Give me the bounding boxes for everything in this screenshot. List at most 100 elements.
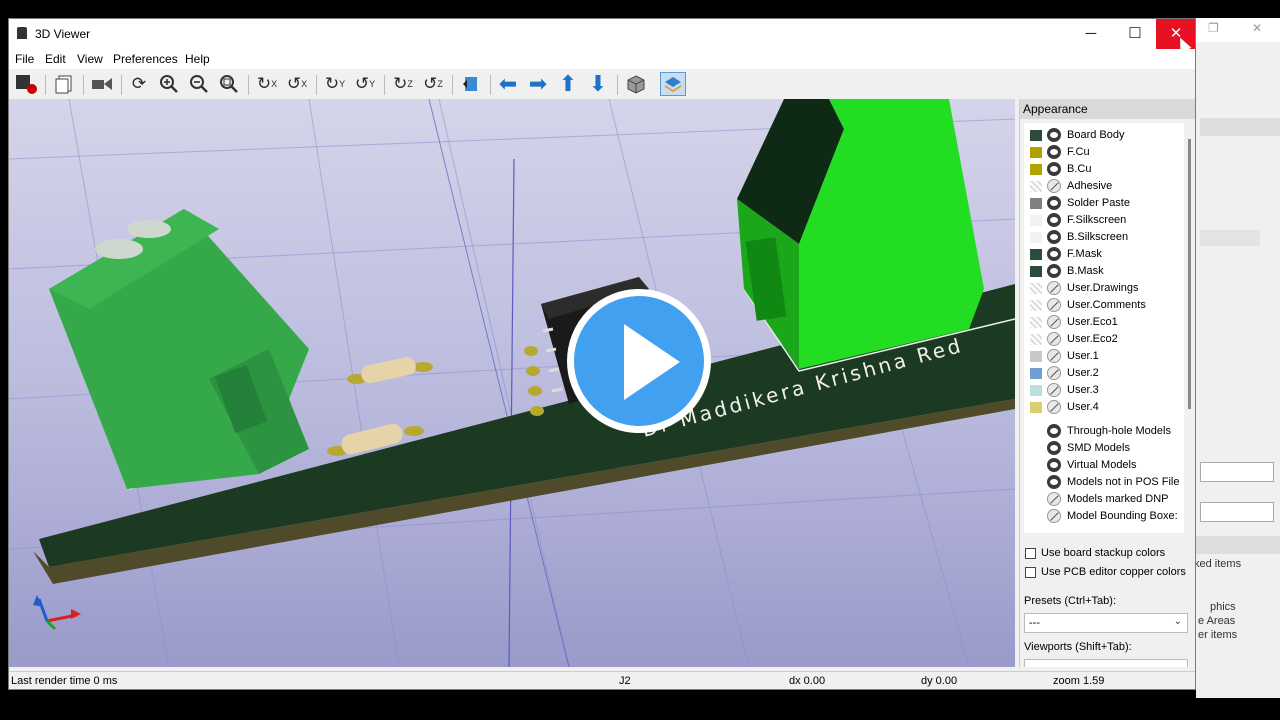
zoom-fit-icon[interactable] xyxy=(216,72,242,96)
layer-color-swatch[interactable] xyxy=(1030,402,1042,413)
layer-color-swatch[interactable] xyxy=(1030,198,1042,209)
orthographic-icon[interactable] xyxy=(623,72,649,96)
eye-hidden-icon[interactable] xyxy=(1047,400,1061,414)
layer-color-swatch[interactable] xyxy=(1030,215,1042,226)
eye-hidden-icon[interactable] xyxy=(1047,509,1061,523)
eye-hidden-icon[interactable] xyxy=(1047,281,1061,295)
viewports-dropdown[interactable]: --- xyxy=(1024,659,1188,667)
layer-color-swatch[interactable] xyxy=(1030,164,1042,175)
pan-left-icon[interactable]: ⬅ xyxy=(495,71,521,96)
eye-icon[interactable] xyxy=(1047,441,1061,455)
minimize-button[interactable]: ─ xyxy=(1069,19,1113,49)
rotate-z-ccw-icon[interactable]: ↺ Z xyxy=(420,72,446,96)
eye-icon[interactable] xyxy=(1047,424,1061,438)
eye-hidden-icon[interactable] xyxy=(1047,383,1061,397)
model-row[interactable]: Models not in POS File xyxy=(1030,474,1190,491)
eye-icon[interactable] xyxy=(1047,196,1061,210)
background-close-icon[interactable]: ✕ xyxy=(1252,21,1262,35)
use-board-stackup-checkbox[interactable]: Use board stackup colors xyxy=(1023,545,1195,563)
model-row[interactable]: SMD Models xyxy=(1030,440,1190,457)
layers-manager-icon[interactable] xyxy=(660,72,686,96)
pan-up-icon[interactable]: ⬆ xyxy=(555,71,581,96)
checkbox-icon[interactable] xyxy=(1025,567,1036,578)
layer-color-swatch[interactable] xyxy=(1030,334,1042,345)
maximize-button[interactable]: ☐ xyxy=(1113,19,1157,49)
eye-icon[interactable] xyxy=(1047,247,1061,261)
eye-hidden-icon[interactable] xyxy=(1047,179,1061,193)
menu-view[interactable]: View xyxy=(77,52,103,66)
presets-dropdown[interactable]: --- ⌄ xyxy=(1024,613,1188,633)
zoom-out-icon[interactable] xyxy=(186,72,212,96)
eye-hidden-icon[interactable] xyxy=(1047,349,1061,363)
layer-color-swatch[interactable] xyxy=(1030,181,1042,192)
layer-row[interactable]: F.Cu xyxy=(1030,144,1190,161)
layer-row[interactable]: User.3 xyxy=(1030,382,1190,399)
eye-icon[interactable] xyxy=(1047,128,1061,142)
rotate-z-cw-icon[interactable]: ↻ Z xyxy=(390,72,416,96)
eye-hidden-icon[interactable] xyxy=(1047,492,1061,506)
eye-icon[interactable] xyxy=(1047,162,1061,176)
background-dropdown[interactable] xyxy=(1200,462,1274,482)
layer-row[interactable]: User.2 xyxy=(1030,365,1190,382)
flip-board-icon[interactable] xyxy=(458,72,484,96)
rotate-y-ccw-icon[interactable]: ↺ Y xyxy=(352,72,378,96)
copy-image-icon[interactable] xyxy=(51,72,77,96)
layer-color-swatch[interactable] xyxy=(1030,147,1042,158)
layer-row[interactable]: B.Mask xyxy=(1030,263,1190,280)
layer-color-swatch[interactable] xyxy=(1030,300,1042,311)
layer-color-swatch[interactable] xyxy=(1030,385,1042,396)
layer-color-swatch[interactable] xyxy=(1030,249,1042,260)
model-row[interactable]: Virtual Models xyxy=(1030,457,1190,474)
layer-row[interactable]: Adhesive xyxy=(1030,178,1190,195)
menu-edit[interactable]: Edit xyxy=(45,52,66,66)
layer-list-scrollbar[interactable] xyxy=(1188,139,1191,409)
layer-color-swatch[interactable] xyxy=(1030,317,1042,328)
rotate-x-ccw-icon[interactable]: ↺ X xyxy=(284,72,310,96)
pan-down-icon[interactable]: ⬇ xyxy=(585,71,611,96)
layer-color-swatch[interactable] xyxy=(1030,368,1042,379)
layer-row[interactable]: F.Mask xyxy=(1030,246,1190,263)
layer-color-swatch[interactable] xyxy=(1030,130,1042,141)
eye-icon[interactable] xyxy=(1047,264,1061,278)
background-restore-icon[interactable]: ❐ xyxy=(1208,21,1219,35)
layer-color-swatch[interactable] xyxy=(1030,232,1042,243)
menu-help[interactable]: Help xyxy=(185,52,210,66)
layer-row[interactable]: B.Cu xyxy=(1030,161,1190,178)
3d-canvas[interactable]: Dr Maddikera Krishna Red xyxy=(9,99,1015,667)
eye-hidden-icon[interactable] xyxy=(1047,366,1061,380)
layer-row[interactable]: User.Drawings xyxy=(1030,280,1190,297)
layer-row[interactable]: User.1 xyxy=(1030,348,1190,365)
eye-icon[interactable] xyxy=(1047,213,1061,227)
model-row[interactable]: Through-hole Models xyxy=(1030,423,1190,440)
eye-hidden-icon[interactable] xyxy=(1047,332,1061,346)
pan-right-icon[interactable]: ➡ xyxy=(525,71,551,96)
menu-file[interactable]: File xyxy=(15,52,34,66)
eye-icon[interactable] xyxy=(1047,145,1061,159)
menu-preferences[interactable]: Preferences xyxy=(113,52,178,66)
layer-row[interactable]: F.Silkscreen xyxy=(1030,212,1190,229)
background-dropdown[interactable] xyxy=(1200,502,1274,522)
use-pcb-editor-colors-checkbox[interactable]: Use PCB editor copper colors xyxy=(1023,564,1195,582)
layer-color-swatch[interactable] xyxy=(1030,266,1042,277)
model-row[interactable]: Model Bounding Boxe: xyxy=(1030,508,1190,525)
render-raytracing-icon[interactable] xyxy=(13,72,39,96)
reload-icon[interactable]: ⟳ xyxy=(126,72,152,96)
model-row[interactable]: Models marked DNP xyxy=(1030,491,1190,508)
display-options-icon[interactable] xyxy=(89,72,115,96)
rotate-y-cw-icon[interactable]: ↻ Y xyxy=(322,72,348,96)
layer-row[interactable]: User.4 xyxy=(1030,399,1190,416)
layer-color-swatch[interactable] xyxy=(1030,351,1042,362)
zoom-in-icon[interactable] xyxy=(156,72,182,96)
eye-icon[interactable] xyxy=(1047,475,1061,489)
layer-row[interactable]: User.Eco1 xyxy=(1030,314,1190,331)
rotate-x-cw-icon[interactable]: ↻ X xyxy=(254,72,280,96)
layer-row[interactable]: B.Silkscreen xyxy=(1030,229,1190,246)
layer-row[interactable]: Solder Paste xyxy=(1030,195,1190,212)
video-play-button[interactable] xyxy=(567,289,711,433)
checkbox-icon[interactable] xyxy=(1025,548,1036,559)
eye-icon[interactable] xyxy=(1047,458,1061,472)
layer-color-swatch[interactable] xyxy=(1030,283,1042,294)
layer-row[interactable]: User.Comments xyxy=(1030,297,1190,314)
layer-row[interactable]: User.Eco2 xyxy=(1030,331,1190,348)
eye-hidden-icon[interactable] xyxy=(1047,298,1061,312)
